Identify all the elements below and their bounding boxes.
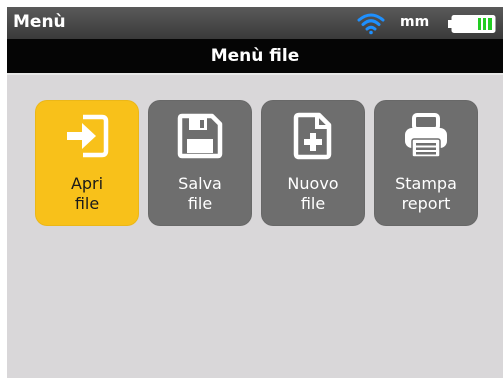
new-file-icon	[293, 112, 332, 160]
new-file-label: Nuovo file	[287, 174, 339, 213]
status-title: Menù	[13, 12, 66, 32]
device-screen: Menù mm Menù file Apri file Salva file N…	[7, 7, 503, 378]
print-report-label: Stampa report	[395, 174, 457, 213]
unit-label: mm	[400, 14, 430, 30]
printer-icon	[405, 113, 447, 158]
header-bar: Menù file	[7, 39, 503, 75]
open-file-icon	[67, 114, 109, 158]
new-file-button[interactable]: Nuovo file	[261, 100, 365, 226]
save-icon	[177, 113, 223, 159]
open-file-label: Apri file	[70, 174, 104, 213]
save-file-label: Salva file	[178, 174, 222, 213]
save-file-button[interactable]: Salva file	[148, 100, 252, 226]
battery-icon	[448, 15, 496, 33]
open-file-button[interactable]: Apri file	[35, 100, 139, 226]
wifi-icon	[357, 13, 385, 35]
status-bar: Menù mm	[7, 7, 503, 39]
page-title: Menù file	[210, 46, 300, 66]
print-report-button[interactable]: Stampa report	[374, 100, 478, 226]
